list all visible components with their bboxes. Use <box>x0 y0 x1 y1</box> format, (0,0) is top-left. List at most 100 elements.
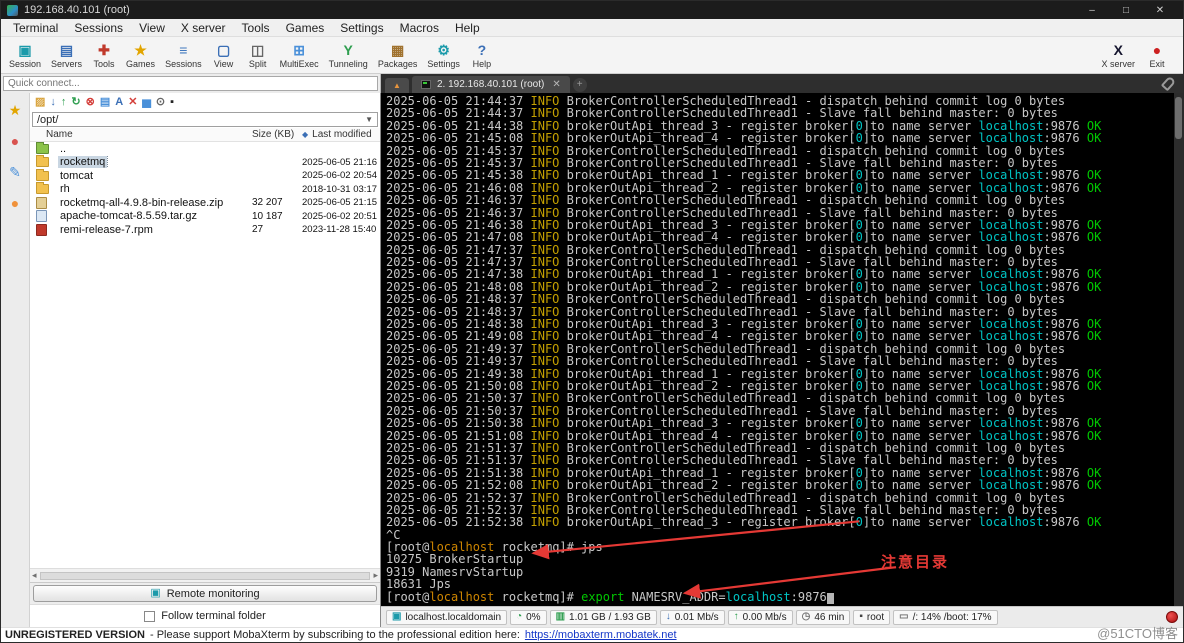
close-tab-icon[interactable]: ✕ <box>552 79 560 90</box>
menu-view[interactable]: View <box>131 20 173 36</box>
upload-icon[interactable]: ↑ <box>61 95 67 109</box>
terminal-output[interactable]: 2025-06-05 21:44:37 INFO BrokerControlle… <box>381 93 1174 606</box>
file-modified: 2025-06-02 20:54 <box>302 170 380 181</box>
up-arrow-icon: ↑ <box>734 612 739 622</box>
disk-indicator[interactable]: ▭/: 14% /boot: 17% <box>893 610 997 625</box>
column-size[interactable]: Size (KB) <box>252 129 302 140</box>
column-modified[interactable]: ◆ Last modified <box>302 129 380 140</box>
toolbar-split-button[interactable]: ◫Split <box>241 41 275 70</box>
folder-up-icon <box>36 144 49 154</box>
file-row[interactable]: rocketmq-all-4.9.8-bin-release.zip32 207… <box>30 196 380 210</box>
horizontal-scrollbar[interactable]: ◂ ▸ <box>30 568 380 582</box>
menu-settings[interactable]: Settings <box>332 20 391 36</box>
text-edit-icon[interactable]: A <box>115 95 123 109</box>
folder-icon <box>36 171 49 181</box>
toolbar-servers-button[interactable]: ▤Servers <box>46 41 87 70</box>
help-icon: ? <box>478 42 487 59</box>
toolbar-games-button[interactable]: ★Games <box>121 41 160 70</box>
file-name: rocketmq <box>58 156 107 168</box>
file-list-empty-area <box>30 237 380 569</box>
toolbar-exit-button[interactable]: ●Exit <box>1140 41 1174 70</box>
x-server-icon: X <box>1114 42 1123 59</box>
user-icon: ▪ <box>859 612 863 622</box>
toolbar-sessions-button[interactable]: ≡Sessions <box>160 41 207 70</box>
toolbar-packages-button[interactable]: ▦Packages <box>373 41 423 70</box>
menu-sessions[interactable]: Sessions <box>66 20 131 36</box>
menu-tools[interactable]: Tools <box>234 20 278 36</box>
new-folder-icon[interactable]: ▨ <box>35 95 45 109</box>
user-indicator[interactable]: ▪root <box>853 610 890 625</box>
terminal-line: [root@localhost rocketmq]# export NAMESR… <box>386 591 1174 603</box>
path-input[interactable]: /opt/ ▼ <box>32 112 378 127</box>
toolbar-settings-button[interactable]: ⚙Settings <box>422 41 465 70</box>
file-row[interactable]: .. <box>30 142 380 156</box>
toolbar-help-button[interactable]: ?Help <box>465 41 499 70</box>
menu-macros[interactable]: Macros <box>392 20 447 36</box>
uptime-indicator[interactable]: ◷46 min <box>796 610 851 625</box>
file-row[interactable]: rh2018-10-31 03:17 <box>30 183 380 197</box>
download-speed[interactable]: ↓0.01 Mb/s <box>660 610 725 625</box>
tab-strip: ▲ 2. 192.168.40.101 (root) ✕ + <box>381 74 1183 93</box>
sftp-toolbar: ▨ ↓ ↑ ↻ ⊗ ▤ A ✕ ▅ ⊙ ▪ <box>30 93 380 111</box>
terminal-scrollbar[interactable] <box>1174 93 1183 606</box>
file-row[interactable]: rocketmq 2025-06-05 21:16 <box>30 156 380 170</box>
terminal-scrollbar-thumb[interactable] <box>1175 97 1182 139</box>
attach-icon[interactable] <box>1161 76 1176 92</box>
cpu-indicator[interactable]: ◔0% <box>510 610 547 625</box>
file-modified: 2025-06-02 20:51 <box>302 211 380 222</box>
toolbar-x-server-button[interactable]: XX server <box>1096 41 1140 70</box>
menu-games[interactable]: Games <box>278 20 333 36</box>
window-controls: –□✕ <box>1075 5 1177 16</box>
mobatek-link[interactable]: https://mobaxterm.mobatek.net <box>525 629 677 641</box>
toolbar-view-button[interactable]: ▢View <box>207 41 241 70</box>
host-indicator[interactable]: ▣localhost.localdomain <box>386 610 507 625</box>
upload-speed[interactable]: ↑0.00 Mb/s <box>728 610 793 625</box>
scroll-right-icon[interactable]: ▸ <box>373 570 378 581</box>
delete-icon[interactable]: ✕ <box>128 95 137 109</box>
file-modified: 2025-06-05 21:16 <box>302 157 380 168</box>
remote-monitoring-button[interactable]: ▣ Remote monitoring <box>33 585 377 602</box>
record-icon[interactable] <box>1166 611 1178 623</box>
sessions-tab[interactable]: ★ <box>9 103 22 118</box>
file-name: .. <box>58 143 68 155</box>
quick-connect-input[interactable] <box>3 76 378 91</box>
menu-help[interactable]: Help <box>447 20 488 36</box>
quick-connect-row: ▲ 2. 192.168.40.101 (root) ✕ + <box>1 74 1183 93</box>
toolbar-multiexec-button[interactable]: ⊞MultiExec <box>275 41 324 70</box>
chevron-down-icon[interactable]: ▼ <box>365 115 373 124</box>
minimize-button[interactable]: – <box>1075 5 1109 16</box>
toolbar-right: XX server●Exit <box>1096 41 1174 70</box>
toolbar-tools-button[interactable]: ✚Tools <box>87 41 121 70</box>
file-icon[interactable]: ▤ <box>100 95 110 109</box>
chart-icon[interactable]: ▅ <box>142 95 150 109</box>
follow-terminal-folder-checkbox[interactable] <box>144 611 155 622</box>
download-icon[interactable]: ↓ <box>50 95 56 109</box>
file-row[interactable]: remi-release-7.rpm272023-11-28 15:40 <box>30 223 380 237</box>
scroll-left-icon[interactable]: ◂ <box>32 570 37 581</box>
tools-tab[interactable]: ● <box>11 134 19 149</box>
scroll-tabs-button[interactable]: ▲ <box>385 78 409 93</box>
menu-x-server[interactable]: X server <box>173 20 234 36</box>
stop-icon[interactable]: ⊗ <box>86 95 95 109</box>
main-area: ★●✎● ▨↓↑↻⊗▤A✕▅⊙▪ /opt/ ▼ Name Size (KB) … <box>1 93 1183 627</box>
toolbar-tunneling-button[interactable]: YTunneling <box>324 41 373 70</box>
memory-indicator[interactable]: ▥1.01 GB / 1.93 GB <box>550 610 657 625</box>
close-button[interactable]: ✕ <box>1143 5 1177 16</box>
file-row[interactable]: apache-tomcat-8.5.59.tar.gz10 1872025-06… <box>30 210 380 224</box>
terminal-cursor <box>827 593 834 604</box>
column-name[interactable]: Name <box>36 129 252 140</box>
sftp-tab[interactable]: ● <box>11 196 19 211</box>
file-row[interactable]: tomcat2025-06-02 20:54 <box>30 169 380 183</box>
scrollbar-thumb[interactable] <box>40 572 371 580</box>
new-tab-button[interactable]: + <box>573 78 587 92</box>
file-name: apache-tomcat-8.5.59.tar.gz <box>58 210 199 222</box>
search-icon[interactable]: ⊙ <box>156 95 165 109</box>
terminal-tab[interactable]: 2. 192.168.40.101 (root) ✕ <box>412 76 570 93</box>
multiexec-icon: ⊞ <box>293 42 305 59</box>
menu-terminal[interactable]: Terminal <box>5 20 66 36</box>
toolbar-session-button[interactable]: ▣Session <box>4 41 46 70</box>
refresh-icon[interactable]: ↻ <box>71 95 80 109</box>
terminal-icon[interactable]: ▪ <box>170 95 174 109</box>
maximize-button[interactable]: □ <box>1109 5 1143 16</box>
macros-tab[interactable]: ✎ <box>9 165 21 180</box>
